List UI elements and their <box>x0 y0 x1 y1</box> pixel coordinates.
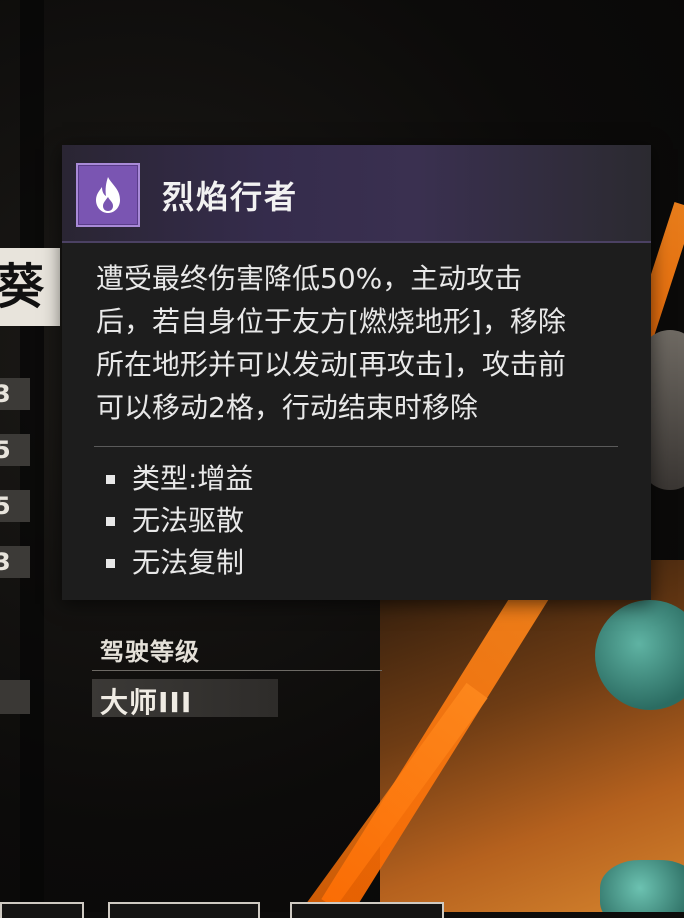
tag-item: 类型:增益 <box>106 458 253 500</box>
buff-description: 遭受最终伤害降低50%，主动攻击 后，若自身位于友方[燃烧地形]，移除 所在地形… <box>96 257 626 429</box>
header-divider <box>62 241 651 243</box>
buff-tags: 类型:增益 无法驱散 无法复制 <box>106 458 253 584</box>
side-chip[interactable] <box>0 680 30 714</box>
pilot-level-value: 大师III <box>100 686 193 719</box>
tag-label: 类型:增益 <box>132 462 254 495</box>
buff-title: 烈焰行者 <box>162 178 299 216</box>
stat-value: 5 <box>0 434 30 466</box>
bullet-icon <box>106 559 115 568</box>
bottom-button[interactable] <box>290 902 444 918</box>
bottom-button[interactable] <box>0 902 84 918</box>
stat-value: 5 <box>0 490 30 522</box>
tag-item: 无法驱散 <box>106 500 253 542</box>
description-line: 遭受最终伤害降低50%，主动攻击 <box>96 262 523 295</box>
tag-label: 无法复制 <box>132 546 245 579</box>
character-name: 葵 <box>0 248 60 326</box>
bottom-button[interactable] <box>108 902 260 918</box>
stat-value: 3 <box>0 546 30 578</box>
pilot-level-label: 驾驶等级 <box>100 638 200 666</box>
divider <box>92 670 382 671</box>
flame-icon <box>76 163 140 227</box>
description-line: 所在地形并可以发动[再攻击]，攻击前 <box>96 348 566 381</box>
description-line: 后，若自身位于友方[燃烧地形]，移除 <box>96 305 566 338</box>
bullet-icon <box>106 475 115 484</box>
description-line: 可以移动2格，行动结束时移除 <box>96 391 478 424</box>
tag-label: 无法驱散 <box>132 504 245 537</box>
tooltip-header <box>62 145 651 242</box>
tooltip-divider <box>94 446 618 447</box>
tag-item: 无法复制 <box>106 542 253 584</box>
buff-tooltip: 烈焰行者 遭受最终伤害降低50%，主动攻击 后，若自身位于友方[燃烧地形]，移除… <box>62 145 651 600</box>
stat-value: 3 <box>0 378 30 410</box>
bullet-icon <box>106 517 115 526</box>
